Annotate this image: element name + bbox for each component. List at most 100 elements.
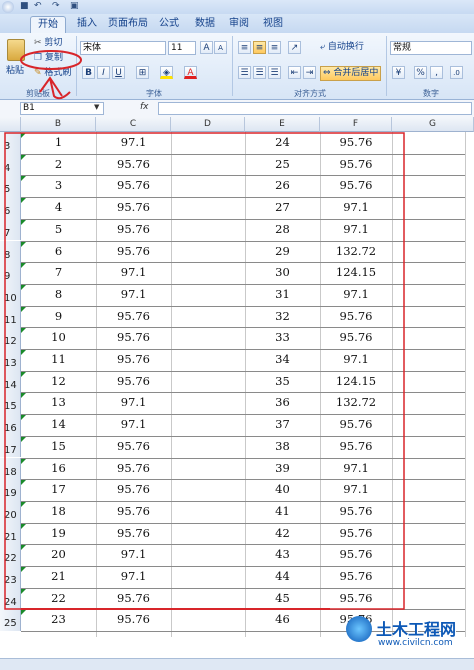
align-right-icon[interactable]: ☰ — [268, 66, 281, 79]
cell-e[interactable]: 30 — [245, 262, 320, 284]
cell-f[interactable]: 97.1 — [320, 458, 392, 480]
undo-icon[interactable]: ↶ — [34, 1, 42, 12]
cell-c[interactable]: 97.1 — [96, 132, 171, 154]
cell-b[interactable]: 21 — [21, 566, 96, 588]
format-painter-button[interactable]: ✎ 格式刷 — [34, 67, 71, 80]
column-header-g[interactable]: G — [392, 117, 474, 132]
row-header[interactable]: 13 — [0, 349, 21, 371]
cell-f[interactable]: 95.76 — [320, 544, 392, 566]
cell-b[interactable]: 16 — [21, 458, 96, 480]
cell-b[interactable]: 12 — [21, 371, 96, 393]
cell-c[interactable]: 95.76 — [96, 197, 171, 219]
cell-c[interactable]: 95.76 — [96, 501, 171, 523]
cell-f[interactable]: 95.76 — [320, 501, 392, 523]
font-name-select[interactable]: 宋体 — [80, 41, 166, 55]
cell-e[interactable]: 31 — [245, 284, 320, 306]
column-header-d[interactable]: D — [171, 117, 245, 132]
cell-f[interactable]: 95.76 — [320, 436, 392, 458]
tab-view[interactable]: 视图 — [258, 16, 288, 32]
cell-e[interactable]: 40 — [245, 479, 320, 501]
select-all-corner[interactable] — [0, 117, 21, 132]
cell-f[interactable]: 124.15 — [320, 262, 392, 284]
number-format-select[interactable]: 常规 — [390, 41, 472, 55]
tab-home[interactable]: 开始 — [30, 16, 66, 33]
formula-input[interactable] — [158, 102, 472, 115]
redo-icon[interactable]: ↷ — [52, 1, 60, 12]
tab-insert[interactable]: 插入 — [70, 16, 104, 32]
row-header[interactable]: 21 — [0, 522, 21, 545]
cell-c[interactable]: 95.76 — [96, 458, 171, 480]
row-header[interactable]: 7 — [0, 218, 21, 241]
cell-e[interactable]: 38 — [245, 436, 320, 458]
font-color-button[interactable]: A — [184, 66, 197, 79]
row-header[interactable]: 17 — [0, 435, 21, 458]
cell-c[interactable]: 95.76 — [96, 479, 171, 501]
cut-button[interactable]: ✂ 剪切 — [34, 37, 62, 50]
cell-e[interactable]: 29 — [245, 241, 320, 263]
cell-b[interactable]: 3 — [21, 175, 96, 197]
cell-f[interactable]: 97.1 — [320, 284, 392, 306]
increase-decimal-icon[interactable]: .0 — [450, 66, 463, 79]
align-bottom-icon[interactable]: ≡ — [268, 41, 281, 54]
cell-c[interactable]: 95.76 — [96, 588, 171, 610]
cell-f[interactable]: 95.76 — [320, 306, 392, 328]
app-logo-icon[interactable] — [2, 1, 14, 13]
cell-f[interactable]: 97.1 — [320, 197, 392, 219]
cell-e[interactable]: 26 — [245, 175, 320, 197]
cell-e[interactable]: 35 — [245, 371, 320, 393]
tab-page-layout[interactable]: 页面布局 — [106, 16, 150, 32]
cell-b[interactable]: 23 — [21, 609, 96, 631]
cell-f[interactable]: 95.76 — [320, 414, 392, 436]
decrease-indent-icon[interactable]: ⇤ — [288, 66, 301, 79]
border-icon[interactable]: ⊞ — [136, 66, 149, 79]
cell-b[interactable]: 8 — [21, 284, 96, 306]
cell-e[interactable]: 32 — [245, 306, 320, 328]
cell-f[interactable]: 124.15 — [320, 371, 392, 393]
cell-b[interactable]: 19 — [21, 523, 96, 545]
row-header[interactable]: 10 — [0, 283, 21, 306]
cell-c[interactable]: 95.76 — [96, 609, 171, 631]
font-size-select[interactable]: 11 — [168, 41, 196, 55]
grow-font-button[interactable]: A — [200, 41, 213, 54]
row-header[interactable]: 12 — [0, 327, 21, 349]
increase-indent-icon[interactable]: ⇥ — [303, 66, 316, 79]
row-header[interactable]: 9 — [0, 262, 21, 284]
merge-center-button[interactable]: ⇔ 合并后居中 — [320, 66, 382, 81]
orientation-icon[interactable]: ↗ — [288, 41, 301, 54]
fx-icon[interactable]: fx — [140, 102, 149, 112]
cell-e[interactable]: 39 — [245, 458, 320, 480]
cell-e[interactable]: 45 — [245, 588, 320, 610]
cell-b[interactable]: 22 — [21, 588, 96, 610]
column-header-f[interactable]: F — [320, 117, 392, 132]
cell-e[interactable]: 37 — [245, 414, 320, 436]
cell-b[interactable]: 4 — [21, 197, 96, 219]
cell-f[interactable]: 95.76 — [320, 132, 392, 154]
tab-review[interactable]: 审阅 — [224, 16, 254, 32]
comma-button[interactable]: , — [430, 66, 443, 79]
shrink-font-button[interactable]: A — [214, 41, 227, 54]
currency-icon[interactable]: ¥ — [392, 66, 405, 79]
cell-e[interactable]: 24 — [245, 132, 320, 154]
cell-f[interactable]: 95.76 — [320, 566, 392, 588]
cell-c[interactable]: 95.76 — [96, 306, 171, 328]
align-middle-icon[interactable]: ≡ — [253, 41, 266, 54]
save-icon[interactable]: ■ — [20, 1, 29, 12]
underline-button[interactable]: U — [112, 66, 125, 79]
cell-b[interactable]: 13 — [21, 392, 96, 414]
cell-c[interactable]: 95.76 — [96, 349, 171, 371]
fill-color-icon[interactable]: ◈ — [160, 66, 173, 79]
align-center-icon[interactable]: ☰ — [253, 66, 266, 79]
row-header[interactable]: 15 — [0, 392, 21, 415]
row-header[interactable]: 6 — [0, 197, 21, 219]
cell-f[interactable]: 132.72 — [320, 392, 392, 414]
row-header[interactable]: 19 — [0, 479, 21, 501]
cell-b[interactable]: 7 — [21, 262, 96, 284]
paste-button[interactable]: 粘贴 — [4, 37, 28, 81]
cell-f[interactable]: 95.76 — [320, 588, 392, 610]
cell-e[interactable]: 33 — [245, 327, 320, 349]
row-header[interactable]: 25 — [0, 609, 21, 632]
cell-f[interactable]: 95.76 — [320, 327, 392, 349]
cell-e[interactable]: 41 — [245, 501, 320, 523]
align-left-icon[interactable]: ☰ — [238, 66, 251, 79]
cell-c[interactable]: 97.1 — [96, 414, 171, 436]
